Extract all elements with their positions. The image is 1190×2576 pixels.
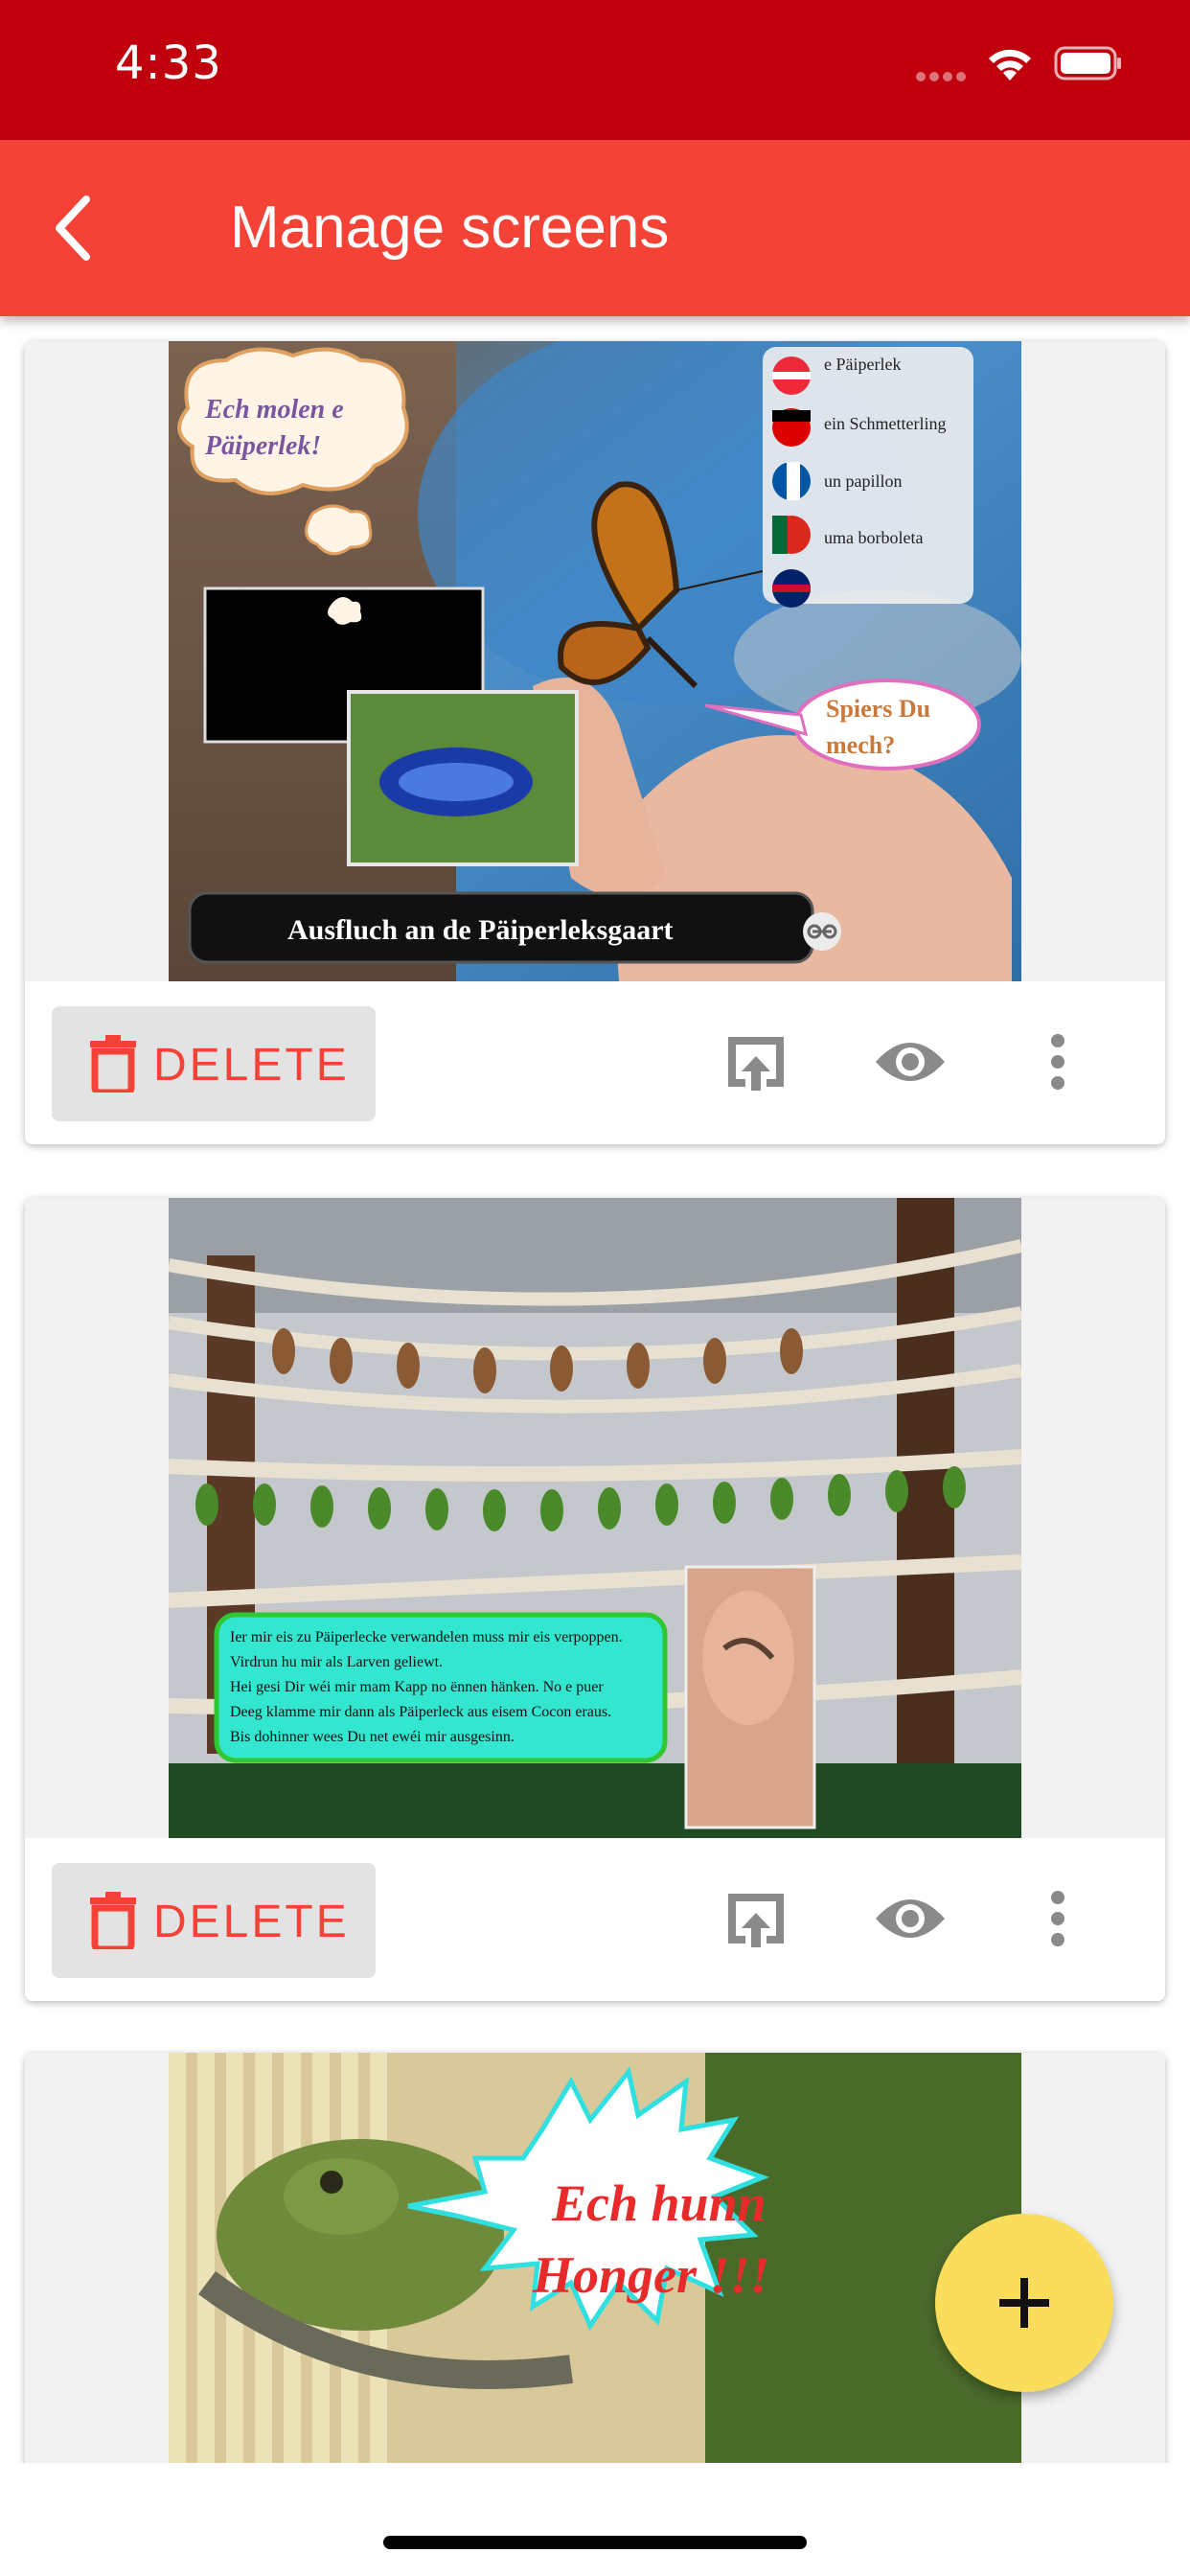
trash-icon <box>90 1035 136 1092</box>
more-vert-icon[interactable] <box>1048 1033 1067 1091</box>
shout-line2: Honger !!! <box>532 2246 770 2304</box>
story-line-4: Deeg klamme mir dann als Päiperleck aus … <box>230 1704 611 1720</box>
page-title: Manage screens <box>230 195 670 261</box>
publish-icon[interactable] <box>724 1033 788 1091</box>
screen-card: Ier mir eis zu Päiperlecke verwandelen m… <box>25 1198 1165 2001</box>
eye-icon[interactable] <box>874 1037 947 1087</box>
speech-bubble-line1: Spiers Du <box>826 695 930 723</box>
screen-card: Ech molen e Päiperlek! e Päiperlek ein S… <box>25 341 1165 1144</box>
story-line-5: Bis dohinner wees Du net ewéi mir ausges… <box>230 1729 515 1745</box>
add-screen-button[interactable] <box>935 2214 1113 2392</box>
story-line-3: Hei gesi Dir wéi mir mam Kapp no ënnen h… <box>230 1679 604 1695</box>
publish-icon[interactable] <box>724 1890 788 1947</box>
plus-icon <box>999 2278 1049 2328</box>
delete-button[interactable]: DELETE <box>52 1006 376 1121</box>
bubble-top-line2: Päiperlek! <box>204 431 321 461</box>
cellular-signal-icon <box>916 69 970 82</box>
screen-thumbnail[interactable]: Ier mir eis zu Päiperlecke verwandelen m… <box>169 1198 1021 1838</box>
shout-line1: Ech hunn <box>551 2174 767 2232</box>
card-actions: DELETE <box>25 981 1165 1144</box>
status-time: 4:33 <box>115 36 222 90</box>
screen-thumbnail-area[interactable]: Ech molen e Päiperlek! e Päiperlek ein S… <box>25 341 1165 981</box>
lang-item-2: ein Schmetterling <box>824 414 946 433</box>
eye-icon[interactable] <box>874 1894 947 1944</box>
screen-thumbnail[interactable]: Ech molen e Päiperlek! e Päiperlek ein S… <box>169 341 1021 981</box>
status-bar: 4:33 <box>0 0 1190 140</box>
screen-thumbnail-area[interactable]: Ier mir eis zu Päiperlecke verwandelen m… <box>25 1198 1165 1838</box>
back-arrow-icon[interactable] <box>38 180 134 276</box>
delete-button[interactable]: DELETE <box>52 1863 376 1978</box>
butterfly-scene-image: Ech molen e Päiperlek! e Päiperlek ein S… <box>169 341 1021 981</box>
story-line-2: Virdrun hu mir als Larven geliewt. <box>230 1654 443 1670</box>
lang-item-1: e Päiperlek <box>824 355 901 374</box>
home-indicator[interactable] <box>383 2536 807 2549</box>
chrysalis-scene-image: Ier mir eis zu Päiperlecke verwandelen m… <box>169 1198 1021 1838</box>
screen-thumbnail[interactable]: Ech hunn Honger !!! <box>169 2053 1021 2463</box>
card-actions: DELETE <box>25 1838 1165 2001</box>
more-vert-icon[interactable] <box>1048 1890 1067 1947</box>
bubble-top-line1: Ech molen e <box>204 395 344 425</box>
screens-list[interactable]: Ech molen e Päiperlek! e Päiperlek ein S… <box>0 316 1190 2463</box>
chameleon-scene-image: Ech hunn Honger !!! <box>169 2053 1021 2463</box>
delete-label: DELETE <box>153 1040 350 1091</box>
story-line-1: Ier mir eis zu Päiperlecke verwandelen m… <box>230 1629 623 1645</box>
battery-icon <box>1054 46 1121 80</box>
banner-text: Ausfluch an de Päiperleksgaart <box>287 914 674 946</box>
wifi-icon <box>989 49 1031 80</box>
delete-label: DELETE <box>153 1897 350 1947</box>
app-bar: Manage screens <box>0 140 1190 316</box>
trash-icon <box>90 1892 136 1949</box>
lang-item-4: uma borboleta <box>824 528 923 547</box>
speech-bubble-line2: mech? <box>826 731 895 759</box>
lang-item-3: un papillon <box>824 472 903 491</box>
